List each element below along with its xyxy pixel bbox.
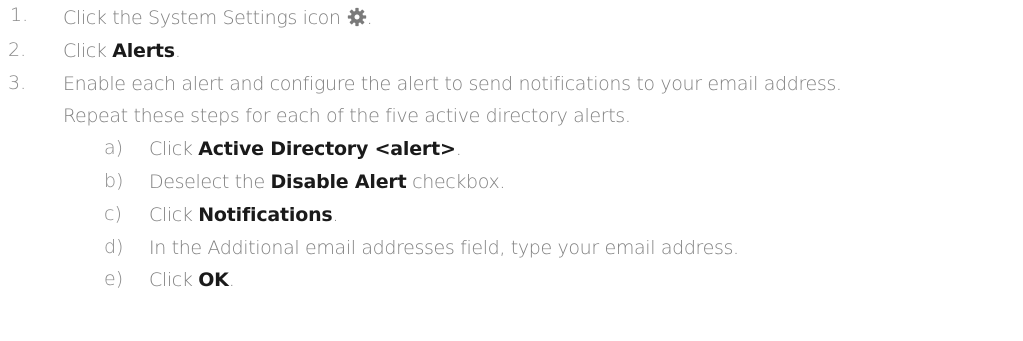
substep-e-bold: OK (198, 269, 229, 291)
substep-e-text: Click OK. (149, 268, 235, 292)
substep-c-letter: c) (104, 203, 122, 225)
substep-c-text: Click Notifications. (149, 203, 339, 227)
substep-e-prefix: Click (149, 269, 199, 291)
step-2-suffix: . (174, 40, 181, 62)
step-2-prefix: Click (63, 40, 113, 62)
step-3-line-1: Enable each alert and configure the aler… (63, 73, 842, 95)
gear-icon (347, 7, 366, 27)
step-1-text-before: Click the System Settings icon (63, 7, 341, 29)
substep-c-suffix: . (332, 204, 339, 226)
substep-b-text: Deselect the Disable Alert checkbox. (149, 170, 505, 194)
step-1-number: 1. (10, 4, 29, 26)
substep-b-prefix: Deselect the (149, 171, 271, 193)
step-3-line-2: Repeat these steps for each of the five … (63, 105, 631, 127)
substep-c-prefix: Click (149, 204, 199, 226)
step-2-text: Click Alerts. (63, 39, 181, 63)
substep-a-suffix: . (455, 138, 462, 160)
substep-b-suffix: checkbox. (406, 171, 506, 193)
step-2-bold: Alerts (112, 40, 175, 62)
instructions-page: 1. Click the System Settings icon . 2. C… (0, 0, 1023, 341)
step-3-number: 3. (8, 72, 27, 94)
substep-b-bold: Disable Alert (270, 171, 407, 193)
step-1-text-after: . (366, 7, 373, 29)
substep-d-letter: d) (104, 236, 124, 258)
substep-a-text: Click Active Directory <alert>. (149, 137, 462, 161)
substep-d-text: In the Additional email addresses field,… (149, 237, 739, 259)
substep-e-suffix: . (228, 269, 235, 291)
substep-a-letter: a) (104, 137, 124, 159)
step-1-text: Click the System Settings icon . (63, 6, 373, 30)
step-2-number: 2. (8, 39, 27, 61)
substep-a-bold: Active Directory <alert> (198, 138, 456, 160)
substep-b-letter: b) (104, 170, 124, 192)
substep-e-letter: e) (104, 268, 124, 290)
substep-a-prefix: Click (149, 138, 199, 160)
substep-c-bold: Notifications (198, 204, 333, 226)
